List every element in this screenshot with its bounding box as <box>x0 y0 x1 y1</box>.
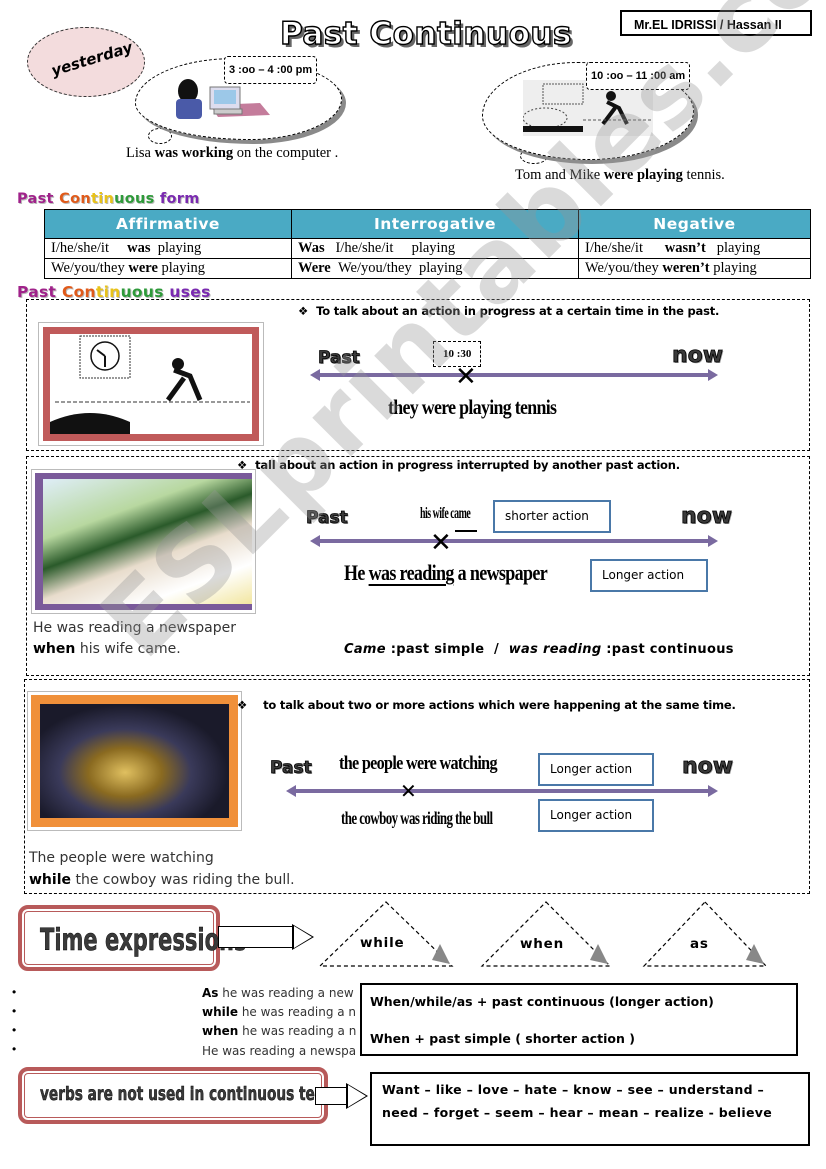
short-event-text: his wife came <box>420 505 471 522</box>
now-label: now <box>681 504 733 530</box>
use1-bullet: ❖ To talk about an action in progress at … <box>298 304 720 318</box>
rules-box: When/while/as + past continuous (longer … <box>360 983 798 1056</box>
diamond-bullet-icon: ❖ <box>237 698 248 712</box>
yesterday-label: yesterday <box>49 38 135 80</box>
timeline-arrow <box>310 369 718 381</box>
right-arrow-icon <box>292 924 314 950</box>
time-word-while: while <box>360 935 405 951</box>
triangle-shape <box>642 901 768 967</box>
tennis-clock-image <box>43 327 259 441</box>
now-label: now <box>682 754 734 780</box>
column-header: Negative <box>578 209 811 239</box>
triangle-shape <box>480 901 612 967</box>
example-item: while he was reading a n <box>202 1005 357 1019</box>
shorter-action-box: shorter action <box>493 500 611 533</box>
rodeo-bull-riding-image <box>31 695 238 827</box>
use3-bullet: ❖ to talk about two or more actions which… <box>237 698 736 712</box>
table-cell: We/you/they were playing <box>44 258 292 279</box>
example-item: As he was reading a new <box>202 986 354 1000</box>
page-title: Past Continuous <box>279 15 572 52</box>
rule-line: When/while/as + past continuous (longer … <box>370 994 714 1009</box>
caption-tennis: Tom and Mike were playing tennis. <box>515 167 725 183</box>
column-header: Interrogative <box>291 209 579 239</box>
bullet-dot-icon: • <box>12 1023 17 1037</box>
table-cell: Were We/you/they playing <box>291 258 579 279</box>
verbs-line: Want – like – love – hate – know – see –… <box>382 1082 765 1097</box>
time-box-lisa: 3 :oo – 4 :00 pm <box>224 56 318 84</box>
rule-line: When + past simple ( shorter action ) <box>370 1031 635 1046</box>
table-cell: Was I/he/she/it playing <box>291 238 579 259</box>
form-table: Affirmative Interrogative Negative I/he/… <box>44 209 811 279</box>
arrow-body <box>218 926 292 948</box>
example-item: He was reading a newspa <box>202 1044 357 1058</box>
longer-action-box: Longer action <box>590 559 708 592</box>
bottom-sentence: the cowboy was riding the bull <box>341 808 493 828</box>
table-cell: I/he/she/it was playing <box>44 238 292 259</box>
time-word-when: when <box>520 936 565 952</box>
longer-action-box: Longer action <box>538 753 654 786</box>
use2-caption-line1: He was reading a newspaper <box>33 620 236 636</box>
triangle-shape <box>318 901 454 967</box>
x-marker-icon: ✕ <box>430 528 452 558</box>
table-row: We/you/they were playing Were We/you/the… <box>44 258 811 279</box>
arrow-body <box>315 1087 347 1105</box>
stative-verbs-title: verbs are not used in continuous tenses <box>40 1083 351 1106</box>
caption-lisa: Lisa was working on the computer . <box>126 145 339 161</box>
table-row: I/he/she/it was playing Was I/he/she/it … <box>44 238 811 259</box>
timeline-arrow <box>286 785 718 797</box>
stative-verbs-list: Want – like – love – hate – know – see –… <box>370 1072 810 1146</box>
use2-image-frame <box>31 469 256 614</box>
table-cell: I/he/she/it wasn’t playing <box>578 238 811 259</box>
thought-puff <box>148 128 172 144</box>
time-expressions-title: Time expressions <box>40 923 247 959</box>
time-expressions-box: Time expressions <box>18 905 247 971</box>
form-heading: Past Continuous form <box>17 191 200 207</box>
x-marker-icon: ✕ <box>400 779 417 803</box>
time-box-tennis: 10 :oo – 11 :00 am <box>586 62 691 90</box>
author-box: Mr.EL IDRISSI / Hassan II <box>620 10 812 36</box>
bullet-dot-icon: • <box>12 1042 17 1056</box>
verbs-line: need – forget – seem – hear – mean – rea… <box>382 1105 772 1120</box>
bullet-dot-icon: • <box>12 985 17 999</box>
use1-image-frame <box>38 322 264 446</box>
longer-action-box: Longer action <box>538 799 654 832</box>
top-sentence: the people were watching <box>339 753 498 774</box>
example-item: when he was reading a n <box>202 1024 357 1038</box>
stative-verbs-box: verbs are not used in continuous tenses <box>18 1067 350 1124</box>
use2-note: Came :past simple / was reading :past co… <box>344 642 734 657</box>
past-label: Past <box>318 348 361 369</box>
past-label: Past <box>306 508 349 529</box>
use2-bullet: ❖ tall about an action in progress interr… <box>237 458 680 472</box>
use1-sentence: they were playing tennis <box>388 395 557 419</box>
underline-mark <box>455 530 477 532</box>
past-label: Past <box>270 758 313 779</box>
use2-caption-line2: when his wife came. <box>33 641 181 657</box>
use3-image-frame <box>27 691 242 831</box>
x-marker-icon: ✕ <box>455 362 477 392</box>
time-word-as: as <box>690 936 709 952</box>
yesterday-bubble: yesterday <box>27 27 145 97</box>
now-label: now <box>672 343 724 369</box>
use3-caption-line1: The people were watching <box>29 850 214 866</box>
use3-caption-line2: while the cowboy was riding the bull. <box>29 872 295 888</box>
table-cell: We/you/they weren’t playing <box>578 258 811 279</box>
timeline-arrow <box>310 535 718 547</box>
elderly-couple-newspaper-image <box>35 473 252 610</box>
diamond-bullet-icon: ❖ <box>298 304 309 318</box>
long-sentence: He was reading a newspaper <box>344 560 548 585</box>
right-arrow-icon <box>346 1083 368 1109</box>
column-header: Affirmative <box>44 209 292 239</box>
bullet-dot-icon: • <box>12 1004 17 1018</box>
